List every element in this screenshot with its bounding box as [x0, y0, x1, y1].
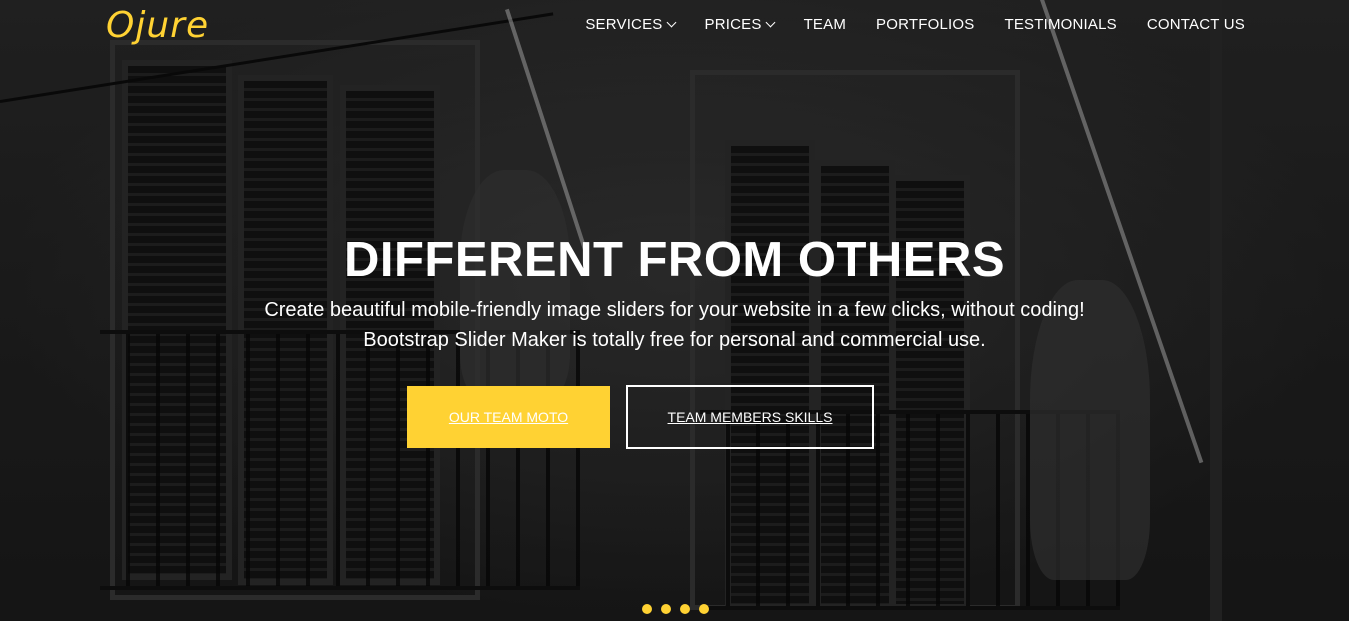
hero-subtitle-line-2: Bootstrap Slider Maker is totally free f…: [363, 329, 986, 351]
nav-item-prices[interactable]: PRICES: [704, 16, 776, 33]
nav-item-portfolios[interactable]: PORTFOLIOS: [876, 16, 974, 33]
nav-item-label: CONTACT US: [1146, 16, 1245, 33]
nav-item-team[interactable]: TEAM: [804, 16, 846, 33]
chevron-down-icon: [765, 17, 776, 28]
nav-item-label: TEAM: [803, 16, 847, 33]
chevron-down-icon: [666, 17, 676, 28]
brand-logo[interactable]: Ojure: [106, 5, 209, 46]
nav-item-label: PRICES: [704, 16, 762, 33]
hero-title: DIFFERENT FROM OTHERS: [343, 233, 1006, 287]
slider-dot-1[interactable]: [642, 604, 652, 614]
team-members-skills-button[interactable]: TEAM MEMBERS SKILLS: [626, 385, 874, 449]
slider-dot-3[interactable]: [680, 604, 690, 614]
slider-dot-4[interactable]: [699, 604, 709, 614]
slider-indicators: [642, 604, 709, 614]
main-nav: SERVICES PRICES TEAM PORTFOLIOS TESTIMON…: [585, 16, 1245, 33]
nav-item-contact-us[interactable]: CONTACT US: [1147, 16, 1245, 33]
nav-item-label: SERVICES: [585, 16, 663, 33]
hero-subtitle-line-1: Create beautiful mobile-friendly image s…: [264, 299, 1085, 321]
nav-item-label: TESTIMONIALS: [1004, 16, 1117, 33]
our-team-moto-button[interactable]: OUR TEAM MOTO: [407, 386, 610, 448]
slider-dot-2[interactable]: [661, 604, 671, 614]
nav-item-testimonials[interactable]: TESTIMONIALS: [1004, 16, 1116, 33]
nav-item-services[interactable]: SERVICES: [585, 16, 676, 33]
nav-item-label: PORTFOLIOS: [876, 16, 975, 33]
